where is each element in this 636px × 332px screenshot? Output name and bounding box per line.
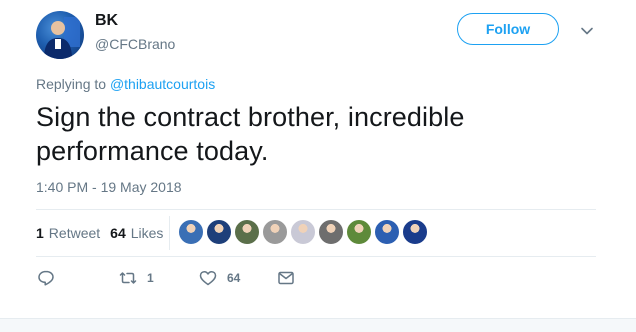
- liker-avatar[interactable]: [374, 219, 400, 245]
- tweet-stats: 1 Retweet 64 Likes: [36, 225, 163, 241]
- divider: [36, 209, 596, 210]
- liker-avatar[interactable]: [402, 219, 428, 245]
- liker-avatar[interactable]: [346, 219, 372, 245]
- reply-icon: [38, 270, 54, 286]
- replying-to-label: Replying to: [36, 76, 110, 92]
- retweet-stat[interactable]: 1 Retweet: [36, 225, 100, 241]
- retweet-button[interactable]: 1: [119, 269, 154, 287]
- tweet-text-line: performance today.: [36, 136, 269, 166]
- likes-label: Likes: [130, 225, 164, 241]
- direct-message-button[interactable]: [277, 269, 295, 287]
- like-action-count: 64: [227, 271, 241, 285]
- like-button[interactable]: 64: [199, 269, 240, 287]
- liker-avatar[interactable]: [318, 219, 344, 245]
- liker-avatar[interactable]: [234, 219, 260, 245]
- avatar[interactable]: [36, 11, 84, 59]
- retweet-label: Retweet: [48, 225, 101, 241]
- tweet-timestamp[interactable]: 1:40 PM - 19 May 2018: [36, 179, 182, 195]
- display-name[interactable]: BK: [95, 12, 118, 30]
- retweet-count: 1: [36, 225, 44, 241]
- stats-separator: [169, 216, 170, 250]
- liker-avatar[interactable]: [290, 219, 316, 245]
- chevron-down-icon[interactable]: [580, 24, 594, 38]
- user-handle[interactable]: @CFCBrano: [95, 36, 175, 52]
- follow-button[interactable]: Follow: [457, 13, 559, 45]
- tweet-text-line: Sign the contract brother, incredible: [36, 102, 465, 132]
- envelope-icon: [278, 271, 294, 285]
- reply-button[interactable]: [37, 269, 55, 287]
- retweet-icon: [119, 272, 137, 284]
- retweet-action-count: 1: [147, 271, 154, 285]
- replying-to: Replying to @thibautcourtois: [36, 76, 215, 92]
- likes-count: 64: [110, 225, 126, 241]
- replying-to-link[interactable]: @thibautcourtois: [110, 76, 215, 92]
- liker-avatar[interactable]: [178, 219, 204, 245]
- tweet-actions: 1 64: [0, 269, 636, 291]
- likes-stat[interactable]: 64 Likes: [110, 225, 163, 241]
- liker-avatars: [178, 219, 430, 245]
- heart-icon: [199, 270, 217, 286]
- footer-strip: [0, 318, 636, 332]
- divider: [36, 256, 596, 257]
- liker-avatar[interactable]: [206, 219, 232, 245]
- liker-avatar[interactable]: [262, 219, 288, 245]
- tweet-text: Sign the contract brother, incredible pe…: [36, 100, 596, 168]
